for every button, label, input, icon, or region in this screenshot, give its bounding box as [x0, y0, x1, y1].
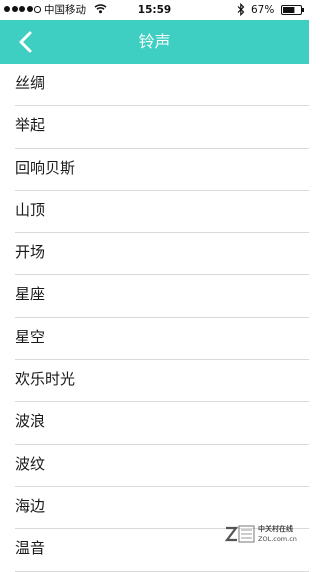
bluetooth-icon: [237, 3, 245, 16]
ringtone-item[interactable]: 举起: [15, 106, 309, 149]
status-bar: 中国移动 15:59 67%: [0, 0, 309, 20]
ringtone-item[interactable]: 回响贝斯: [15, 149, 309, 191]
battery-icon: [281, 5, 304, 15]
ringtone-item[interactable]: 星座: [15, 275, 309, 318]
zol-logo-icon: [224, 525, 255, 543]
ringtone-item[interactable]: 开场: [15, 233, 309, 276]
watermark-english-text: ZOL.com.cn: [258, 535, 297, 543]
battery-percentage: 67%: [251, 4, 275, 16]
watermark-chinese-text: 中关村在线: [258, 525, 293, 533]
back-button[interactable]: [12, 28, 40, 56]
page-title: 铃声: [138, 32, 171, 51]
ringtone-item[interactable]: 波浪: [15, 402, 309, 445]
battery-fill: [283, 7, 295, 13]
ringtone-item[interactable]: 波纹: [15, 445, 309, 487]
ringtone-list: 丝绸 举起 回响贝斯 山顶 开场 星座 星空 欢乐时光 波浪 波纹 海边 温音: [0, 64, 309, 572]
ringtone-item[interactable]: 欢乐时光: [15, 360, 309, 403]
navigation-bar: 铃声: [0, 20, 309, 64]
watermark: 中关村在线 ZOL.com.cn: [224, 522, 306, 546]
ringtone-item[interactable]: 星空: [15, 318, 309, 361]
ringtone-item[interactable]: 山顶: [15, 191, 309, 234]
ringtone-item[interactable]: 丝绸: [15, 64, 309, 107]
chevron-left-icon: [19, 31, 32, 53]
